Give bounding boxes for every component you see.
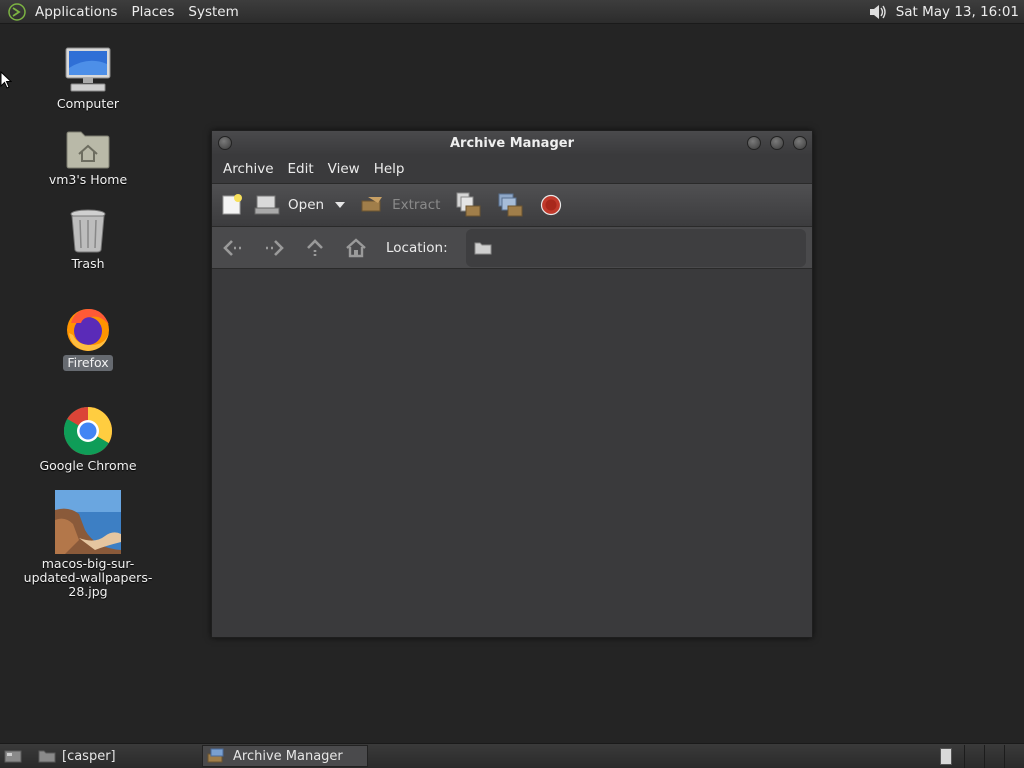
extract-label: Extract — [392, 197, 441, 213]
extract-button[interactable]: Extract — [360, 189, 440, 221]
window-menubar: Archive Edit View Help — [212, 155, 812, 183]
desktop-icon-chrome[interactable]: Google Chrome — [23, 406, 153, 474]
new-archive-button[interactable] — [220, 189, 244, 221]
add-files-button[interactable] — [456, 189, 482, 221]
desktop-icon-computer[interactable]: Computer — [23, 46, 153, 112]
clock[interactable]: Sat May 13, 16:01 — [896, 4, 1019, 20]
desktop-icon-label: macos-big-sur-updated-wallpapers-28.jpg — [23, 556, 153, 599]
menu-places[interactable]: Places — [124, 1, 181, 23]
desktop-icon-label: Computer — [56, 96, 120, 111]
distro-logo-icon[interactable] — [6, 1, 28, 23]
folder-icon — [38, 750, 56, 763]
desktop-icon-trash[interactable]: Trash — [23, 208, 153, 272]
home-icon — [346, 237, 366, 257]
task-casper-icon-wrap[interactable] — [36, 745, 58, 767]
add-folder-button[interactable] — [498, 189, 524, 221]
home-button[interactable] — [345, 237, 367, 259]
add-folder-icon — [498, 193, 523, 217]
location-field[interactable] — [465, 228, 806, 267]
menu-view[interactable]: View — [321, 161, 367, 177]
menu-archive[interactable]: Archive — [216, 161, 281, 177]
desktop-icon-wallpaper-file[interactable]: macos-big-sur-updated-wallpapers-28.jpg — [23, 490, 153, 600]
open-dropdown-button[interactable] — [334, 189, 346, 221]
archive-manager-window: Archive Manager Archive Edit View Help O… — [211, 130, 813, 638]
up-button[interactable] — [304, 237, 326, 259]
taskbar-item-casper[interactable]: [casper] — [62, 745, 198, 767]
open-button[interactable]: Open — [254, 189, 324, 221]
stop-button[interactable] — [540, 189, 562, 221]
menu-help[interactable]: Help — [367, 161, 412, 177]
window-menu-button[interactable] — [218, 136, 232, 150]
workspace-switcher-active[interactable] — [940, 747, 952, 765]
archive-content-area[interactable] — [212, 269, 812, 637]
location-label: Location: — [386, 239, 448, 256]
location-bar: Location: — [212, 227, 812, 269]
open-archive-icon — [254, 195, 280, 215]
firefox-icon — [67, 309, 109, 351]
mouse-pointer-icon — [0, 71, 12, 89]
forward-button[interactable] — [263, 237, 285, 259]
taskbar-item-archive-manager[interactable]: Archive Manager — [202, 745, 368, 767]
add-files-icon — [456, 192, 481, 217]
image-file-icon — [55, 490, 121, 554]
close-button[interactable] — [793, 136, 807, 150]
window-titlebar[interactable]: Archive Manager — [212, 131, 812, 155]
stop-icon — [541, 194, 562, 216]
menu-applications[interactable]: Applications — [28, 1, 124, 23]
workspace-2[interactable] — [964, 744, 984, 768]
window-title: Archive Manager — [450, 135, 574, 151]
desktop-icon-firefox[interactable]: Firefox — [23, 305, 153, 371]
minimize-button[interactable] — [747, 136, 761, 150]
up-arrow-icon — [307, 238, 323, 256]
trash-icon — [70, 209, 106, 253]
back-button[interactable] — [222, 237, 244, 259]
desktop-icon-label: Firefox — [63, 355, 113, 371]
taskbar-item-label: Archive Manager — [233, 748, 343, 764]
bottom-panel: [casper] Archive Manager — [0, 743, 1024, 768]
back-arrow-icon — [223, 239, 241, 256]
taskbar-item-label: [casper] — [62, 748, 116, 764]
home-folder-icon — [66, 131, 110, 169]
new-document-icon — [222, 194, 242, 215]
open-label: Open — [288, 197, 325, 213]
workspace-4[interactable] — [1004, 744, 1024, 768]
top-panel: Applications Places System Sat May 13, 1… — [0, 0, 1024, 24]
desktop-icon-label: Google Chrome — [39, 458, 137, 473]
desktop-icon-label: Trash — [71, 256, 105, 271]
menu-system[interactable]: System — [181, 1, 245, 23]
desktop-icon-home[interactable]: vm3's Home — [23, 128, 153, 188]
volume-icon[interactable] — [866, 1, 890, 23]
chrome-icon — [63, 407, 113, 456]
archive-manager-icon — [207, 748, 224, 763]
desktop-icon-label: vm3's Home — [48, 172, 128, 187]
extract-icon — [361, 197, 383, 212]
maximize-button[interactable] — [770, 136, 784, 150]
workspace-3[interactable] — [984, 744, 1004, 768]
show-desktop-icon — [4, 750, 22, 763]
toolbar: Open Extract — [212, 183, 812, 227]
folder-icon — [474, 242, 492, 254]
dropdown-arrow-icon — [335, 202, 346, 208]
menu-edit[interactable]: Edit — [281, 161, 321, 177]
computer-icon — [65, 47, 111, 92]
show-desktop-button[interactable] — [2, 745, 24, 767]
forward-arrow-icon — [266, 239, 284, 256]
